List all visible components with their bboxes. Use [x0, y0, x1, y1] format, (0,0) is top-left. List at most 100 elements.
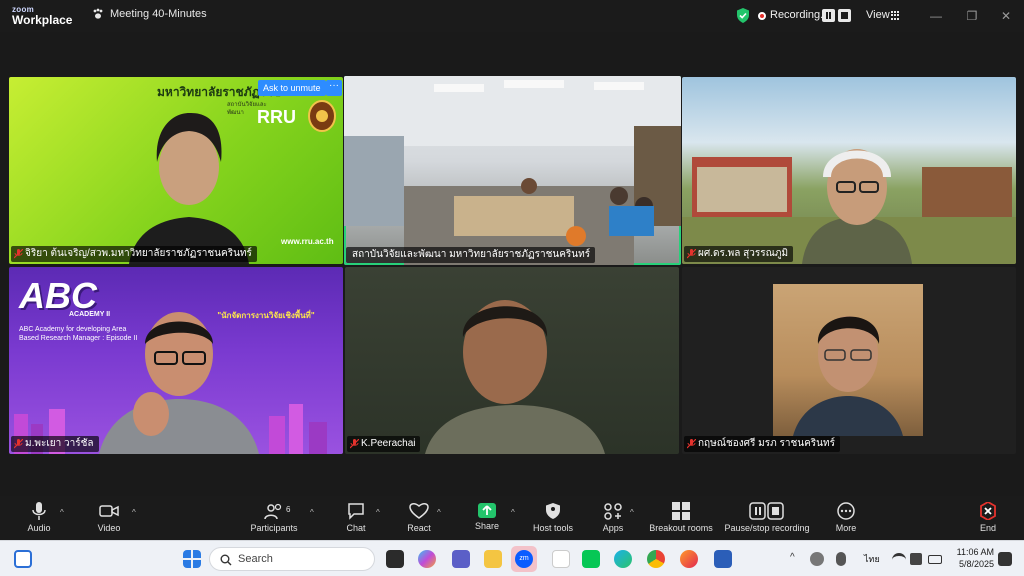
restore-icon[interactable]: ❐ — [962, 6, 982, 26]
share-icon — [478, 503, 496, 518]
host-tools-button[interactable]: Host tools — [530, 496, 576, 540]
participant-video-2 — [344, 76, 681, 265]
close-icon[interactable]: ✕ — [996, 6, 1016, 26]
breakout-rooms-button[interactable]: Breakout rooms — [648, 496, 714, 540]
chat-button[interactable]: Chat — [342, 496, 370, 540]
react-button[interactable]: React — [404, 496, 434, 540]
muted-mic-icon — [350, 439, 359, 449]
apps-options-chevron-icon[interactable]: ^ — [630, 508, 634, 517]
audio-options-chevron-icon[interactable]: ^ — [60, 508, 64, 517]
participant-name-label: จิริยา ต้นเจริญ/สวพ.มหาวิทยาลัยราชภัฏราช… — [11, 246, 257, 262]
participant-photo-frame — [773, 284, 923, 436]
end-label: End — [979, 523, 996, 533]
breakout-icon — [672, 502, 690, 520]
apps-button[interactable]: Apps — [600, 496, 626, 540]
participants-options-chevron-icon[interactable]: ^ — [310, 508, 314, 517]
chat-options-chevron-icon[interactable]: ^ — [376, 508, 380, 517]
video-tile-1[interactable]: มหาวิทยาลัยราชภัฏราช สถาบันวิจัยและพัฒนา… — [9, 77, 343, 264]
apps-label: Apps — [602, 523, 624, 533]
tray-microphone-icon[interactable] — [836, 552, 846, 566]
participants-icon — [264, 503, 282, 520]
taskbar-search[interactable]: Search — [209, 547, 375, 571]
video-tile-2[interactable]: สถาบันวิจัยและพัฒนา มหาวิทยาลัยราชภัฏราช… — [344, 76, 681, 265]
view-menu-button[interactable]: View — [866, 9, 890, 21]
end-button[interactable]: End — [974, 496, 1002, 540]
battery-icon[interactable] — [928, 555, 942, 564]
participant-video-4 — [99, 312, 259, 454]
minimize-icon[interactable]: — — [926, 6, 946, 26]
chrome-icon[interactable] — [647, 550, 665, 568]
search-placeholder: Search — [238, 553, 273, 565]
rru-badge: RRU — [257, 107, 296, 127]
snipping-tool-icon[interactable] — [552, 550, 570, 568]
participant-name: จิริยา ต้นเจริญ/สวพ.มหาวิทยาลัยราชภัฏราช… — [25, 248, 252, 259]
windows-taskbar: Search zm ^ ไทย 11:06 AM 5/8/2025 — [0, 540, 1024, 576]
participant-video-1 — [129, 112, 249, 264]
video-button[interactable]: Video — [94, 496, 124, 540]
grid-view-icon[interactable] — [891, 11, 900, 20]
video-tile-6[interactable]: กฤษณ์ชองศรี มรภ ราชนครินทร์ — [682, 267, 1016, 454]
chat-icon — [348, 503, 364, 520]
react-options-chevron-icon[interactable]: ^ — [437, 508, 441, 517]
pause-stop-recording-button[interactable]: Pause/stop recording — [722, 496, 812, 540]
clock-time: 11:06 AM — [956, 547, 994, 557]
participant-name: กฤษณ์ชองศรี มรภ ราชนครินทร์ — [698, 438, 835, 449]
stop-recording-button[interactable] — [838, 9, 851, 22]
file-explorer-icon[interactable] — [484, 550, 502, 568]
encryption-shield-icon[interactable] — [736, 8, 750, 23]
apps-icon — [604, 503, 622, 520]
task-view-icon[interactable] — [386, 550, 404, 568]
participant-name-label: K.Peerachai — [347, 436, 421, 452]
participant-name-label: ผศ.ดร.พล สุวรรณภูมิ — [684, 246, 794, 262]
tray-app-icon[interactable] — [810, 552, 824, 566]
brand-product: Workplace — [12, 13, 73, 27]
muted-mic-icon — [687, 439, 696, 449]
video-options-chevron-icon[interactable]: ^ — [132, 508, 136, 517]
participant-video-6 — [793, 316, 903, 436]
firefox-icon[interactable] — [680, 550, 698, 568]
audio-button[interactable]: Audio — [24, 496, 54, 540]
meeting-toolbar: Audio ^ Video ^ Participants ^ Chat ^ Re… — [0, 496, 1024, 540]
edge-icon[interactable] — [614, 550, 632, 568]
windows-start-icon[interactable] — [183, 550, 201, 568]
system-clock[interactable]: 11:06 AM 5/8/2025 — [950, 546, 994, 570]
participant-count-badge: 6 — [286, 505, 291, 514]
participant-name-label: กฤษณ์ชองศรี มรภ ราชนครินทร์ — [684, 436, 840, 452]
share-button[interactable]: Share — [472, 496, 502, 540]
muted-mic-icon — [14, 249, 23, 259]
widgets-icon[interactable] — [14, 550, 32, 568]
pause-recording-button[interactable] — [822, 9, 835, 22]
video-tile-5[interactable]: K.Peerachai — [345, 267, 679, 454]
meeting-title: Meeting 40-Minutes — [110, 8, 207, 20]
video-tile-4[interactable]: ABC ACADEMY II ABC Academy for developin… — [9, 267, 343, 454]
tile-more-options-button[interactable]: ··· — [326, 80, 342, 96]
breakout-rooms-label: Breakout rooms — [649, 523, 713, 533]
share-options-chevron-icon[interactable]: ^ — [511, 508, 515, 517]
participant-name-label: ม.พะเยา วาร์ชัล — [11, 436, 99, 452]
participant-video-3 — [682, 149, 1016, 264]
video-tile-3[interactable]: ผศ.ดร.พล สุวรรณภูมิ — [682, 77, 1016, 264]
microphone-icon — [32, 502, 46, 520]
show-hidden-icons-chevron-icon[interactable]: ^ — [790, 552, 795, 563]
participants-button[interactable]: Participants — [246, 496, 302, 540]
zoom-taskbar-item[interactable]: zm — [511, 546, 537, 572]
ask-to-unmute-button[interactable]: Ask to unmute — [258, 80, 326, 96]
more-button[interactable]: More — [832, 496, 860, 540]
word-icon[interactable] — [714, 550, 732, 568]
meeting-info[interactable]: Meeting 40-Minutes — [92, 8, 207, 20]
shield-icon — [546, 503, 560, 519]
muted-mic-icon — [14, 439, 23, 449]
chat-label: Chat — [346, 523, 366, 533]
copilot-icon[interactable] — [418, 550, 436, 568]
rru-url: www.rru.ac.th — [281, 237, 334, 246]
react-label: React — [407, 523, 431, 533]
line-app-icon[interactable] — [582, 550, 600, 568]
participant-name: สถาบันวิจัยและพัฒนา มหาวิทยาลัยราชภัฏราช… — [352, 249, 591, 260]
input-language-indicator[interactable]: ไทย — [864, 552, 880, 566]
notification-icon[interactable] — [998, 552, 1012, 566]
title-bar: zoom Workplace Meeting 40-Minutes Record… — [0, 0, 1024, 32]
wifi-icon[interactable] — [892, 553, 906, 565]
speaker-icon[interactable] — [910, 553, 922, 565]
search-icon — [220, 554, 232, 566]
teams-icon[interactable] — [452, 550, 470, 568]
